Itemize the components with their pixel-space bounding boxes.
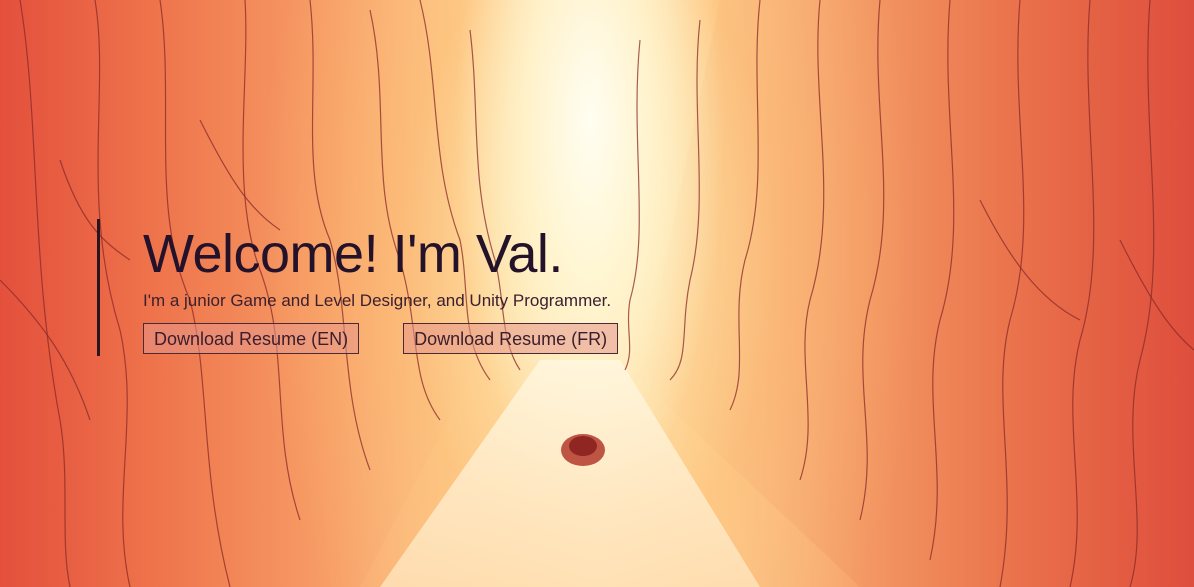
travellers-group [561,434,605,466]
page-title: Welcome! I'm Val. [143,224,563,284]
hero-content: Welcome! I'm Val. I'm a junior Game and … [97,219,619,356]
hero-section: Welcome! I'm Val. I'm a junior Game and … [0,0,1194,587]
hero-subtitle: I'm a junior Game and Level Designer, an… [143,291,612,310]
resume-buttons: Download Resume (EN) Download Resume (FR… [143,323,619,354]
download-resume-fr-button[interactable]: Download Resume (FR) [403,323,619,354]
download-resume-en-button[interactable]: Download Resume (EN) [143,323,360,354]
